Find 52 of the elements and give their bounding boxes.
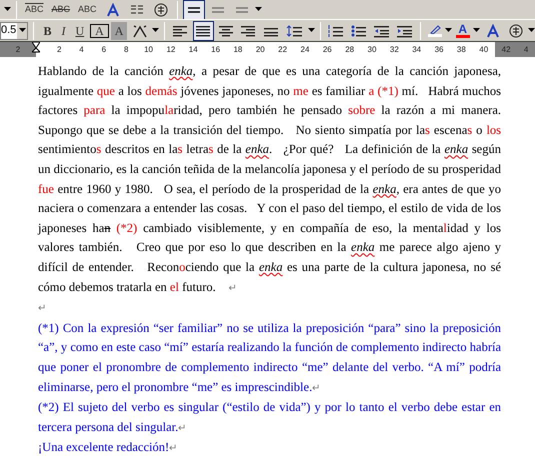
font-color-swatch (456, 35, 470, 38)
highlight-button[interactable] (426, 24, 444, 37)
ruler-number: 10 (143, 44, 154, 56)
dropdown-caret-icon[interactable] (254, 7, 262, 12)
dropdown-caret-icon[interactable] (308, 28, 315, 33)
ruler-number: 20 (254, 44, 266, 56)
ruler-number: 30 (366, 44, 378, 56)
paragraph: (*1) Con la expresión “ser familiar” no se utiliza la preposición “para” sino la preposición “a”, y como en este caso “mí” estaría realizando la función de complemento indirecto habría que poner el pronombre de complemento indirecto “me” delante del verbo. “A mí” podría eliminarse, pero el pronombre “me” es imprescindible.↵ (38, 320, 501, 396)
text-effect-button[interactable]: ABC (22, 2, 47, 16)
format-button[interactable]: B (39, 22, 56, 40)
ruler-number: 2 (56, 44, 62, 56)
ruler-number: 2 (16, 44, 20, 56)
ruler-number: 4 (524, 44, 528, 56)
ruler-number: 38 (456, 44, 467, 56)
ruler-number: 14 (188, 44, 199, 56)
format-button[interactable]: I (57, 22, 70, 40)
format-button[interactable]: U (71, 22, 88, 40)
font-size-field[interactable]: 0.5 (0, 22, 28, 40)
highlight-color-swatch (428, 34, 442, 37)
dropdown-caret-icon[interactable] (18, 28, 26, 33)
paragraph: ↵ (38, 302, 47, 316)
ruler-number: 6 (100, 44, 108, 56)
dropdown-caret-icon[interactable] (473, 28, 480, 33)
text-effect-button[interactable]: ABC (75, 2, 100, 16)
ruler-number: 36 (434, 44, 444, 56)
dropdown-caret-icon[interactable] (152, 28, 160, 33)
ruler-number: 22 (277, 44, 288, 56)
ruler-number: 32 (388, 44, 400, 56)
paragraph: ¡Una excelente redacción!↵ (38, 439, 178, 456)
text-effect-button[interactable]: ABC (48, 2, 74, 16)
font-color-button[interactable]: A (454, 23, 472, 38)
ruler-number: 24 (300, 44, 310, 56)
dropdown-caret-icon[interactable] (445, 28, 452, 33)
ruler-number: 4 (78, 44, 85, 56)
highlighter-icon (428, 24, 441, 34)
format-button[interactable]: A (90, 24, 109, 38)
paragraph: Hablando de la canción enka, a pesar de que es una categoría de la canción japonesa, igualmente que a los demás jóvenes japoneses, no me es familiar a (*1) mí. Habrá muchos factores para la impopularidad, pero también he pensado sobre la razón a mi manera. Supongo que se debe a la transición del tiempo. No siento simpatía por las escenas o los sentimientos descritos en las letras de la enka. ¿Por qué? La definición de la enka según un diccionario, es la canción teñida de la melancolía japonesa y el período de su prosperidad fue entre 1960 y 1980. O sea, el período de la prosperidad de la enka, era antes de que yo naciera o comenzara a entender las cosas. Y con el paso del tiempo, el estilo de vida de los japoneses han (*2) cambiado visiblemente, y en compañía de eso, la mentalidad y los valores también. Creo que por eso lo que describen en la enka me parece algo ajeno y difícil de entender. Reconociendo que la enka es una parte de la cultura japonesa, no sé cómo debemos tratarla en el futuro. ↵ (38, 63, 501, 296)
format-button[interactable]: A (110, 22, 128, 40)
ruler-number: 16 (210, 44, 222, 56)
ruler-number: 12 (165, 44, 176, 56)
dropdown-caret-icon[interactable] (4, 7, 11, 12)
ruler-number: 18 (232, 44, 244, 56)
ruler-number: 40 (478, 44, 490, 56)
ruler-number: 28 (344, 44, 356, 56)
paragraph: (*2) El sujeto del verbo es singular (“estilo de vida”) y por lo tanto el verbo debe estar en tercera persona del singular.↵ (38, 399, 501, 436)
ruler-number: 8 (122, 44, 130, 56)
ruler-number: 34 (411, 44, 422, 56)
line-style-icon[interactable] (182, 0, 205, 20)
ruler-number: 42 (502, 44, 511, 56)
align-icon[interactable] (193, 20, 214, 40)
ruler-number: 26 (322, 44, 333, 56)
dropdown-caret-icon[interactable] (528, 28, 535, 33)
